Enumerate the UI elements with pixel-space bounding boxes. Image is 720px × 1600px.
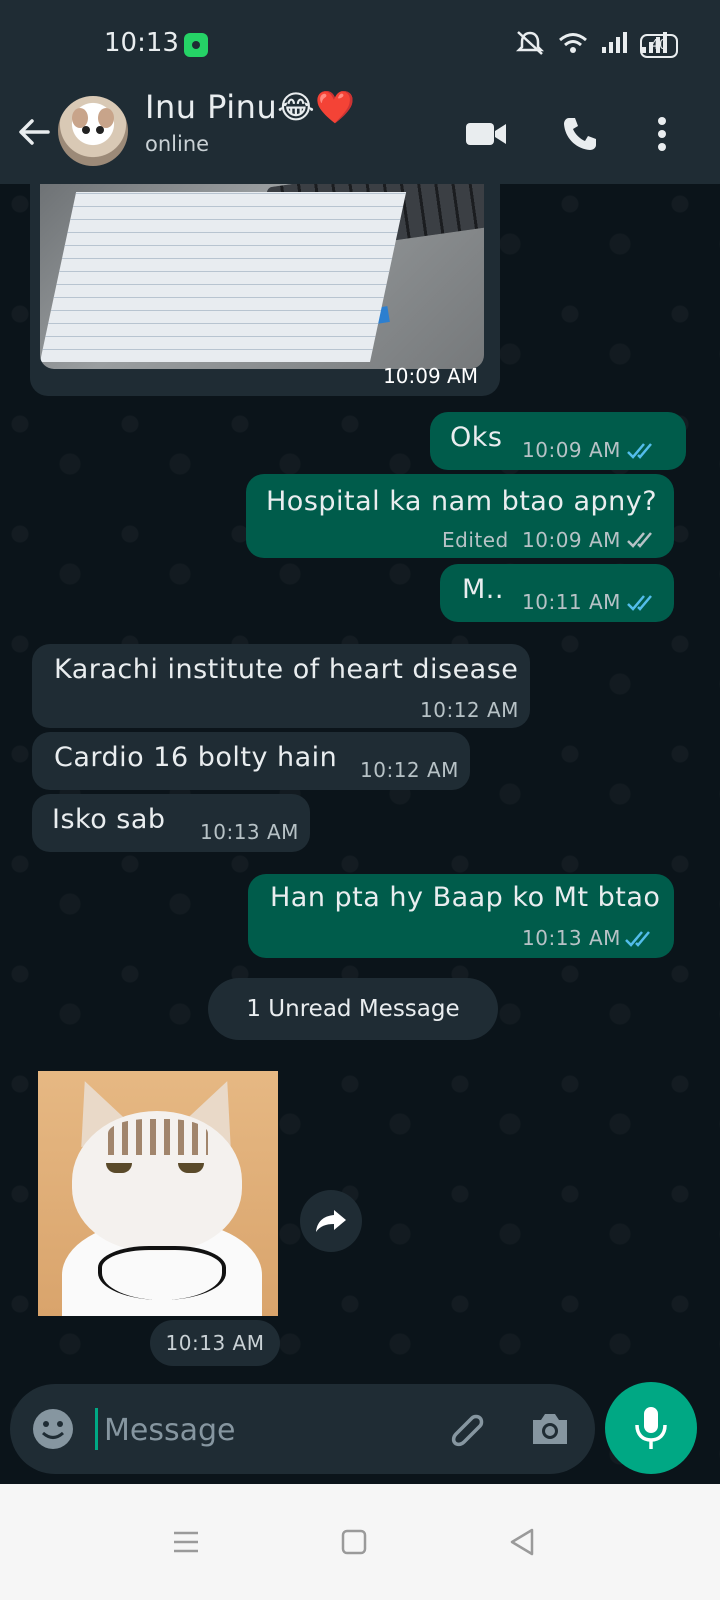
sticker-message[interactable]	[38, 1071, 278, 1316]
video-call-button[interactable]	[462, 110, 510, 158]
read-ticks-icon	[625, 931, 650, 947]
outgoing-message[interactable]: Hospital ka nam btao apny? Edited 10:09 …	[246, 474, 674, 558]
app-notification-icon	[184, 33, 208, 57]
text-cursor	[95, 1408, 98, 1450]
more-options-icon	[658, 117, 666, 151]
camera-icon	[533, 1414, 567, 1444]
incoming-message[interactable]: Isko sab 10:13 AM	[32, 794, 310, 852]
mic-icon	[635, 1407, 667, 1449]
message-time: 10:13 AM	[522, 926, 621, 950]
system-navigation-bar	[0, 1484, 720, 1600]
read-ticks-icon	[627, 595, 652, 611]
voice-call-button[interactable]	[556, 110, 604, 158]
message-time: 10:13 AM	[200, 820, 299, 844]
message-time: 10:09 AM	[522, 528, 621, 552]
more-options-button[interactable]	[638, 110, 686, 158]
message-input[interactable]	[102, 1404, 436, 1456]
chat-area[interactable]: 10:09 AM Oks 10:09 AM Hospital ka nam bt…	[0, 184, 720, 1484]
incoming-message[interactable]: Karachi institute of heart disease 10:12…	[32, 644, 530, 728]
contact-info[interactable]: Inu Pinu😂❤️ online	[0, 88, 460, 184]
home-nav-button[interactable]	[334, 1522, 374, 1562]
back-nav-button[interactable]	[502, 1522, 542, 1562]
read-ticks-icon	[627, 443, 652, 459]
message-text: Hospital ka nam btao apny?	[266, 486, 658, 517]
message-time: 10:12 AM	[360, 758, 459, 782]
emoji-icon	[33, 1409, 73, 1449]
camera-button[interactable]	[525, 1404, 575, 1454]
message-composer	[10, 1384, 595, 1474]
unread-messages-divider: 1 Unread Message	[208, 978, 498, 1040]
message-text: M..	[462, 574, 504, 605]
phone-icon	[564, 118, 596, 150]
outgoing-message[interactable]: M.. 10:11 AM	[440, 564, 674, 622]
status-bar: 10:13 40	[0, 0, 720, 88]
message-text: Han pta hy Baap ko Mt btao	[270, 882, 661, 913]
image-message[interactable]: 10:09 AM	[30, 184, 500, 396]
menu-nav-button[interactable]	[166, 1522, 206, 1562]
mute-icon	[515, 31, 545, 55]
message-time: 10:13 AM	[150, 1320, 280, 1366]
home-square-icon	[341, 1529, 367, 1555]
message-time: 10:09 AM	[383, 364, 478, 388]
message-text: Isko sab	[52, 804, 166, 835]
message-text: Karachi institute of heart disease	[54, 654, 519, 685]
wifi-icon	[559, 33, 587, 53]
voice-message-button[interactable]	[605, 1382, 697, 1474]
back-triangle-icon	[510, 1528, 534, 1556]
message-text: Cardio 16 bolty hain	[54, 742, 338, 773]
incoming-message[interactable]: Cardio 16 bolty hain 10:12 AM	[32, 732, 470, 790]
status-time: 10:13	[104, 28, 179, 58]
edited-label: Edited	[442, 528, 509, 552]
message-time: 10:11 AM	[522, 590, 621, 614]
forward-button[interactable]	[300, 1190, 362, 1252]
delivered-ticks-icon	[627, 532, 652, 548]
video-call-icon	[466, 123, 506, 145]
outgoing-message[interactable]: Oks 10:09 AM	[430, 412, 686, 470]
menu-icon	[174, 1531, 198, 1553]
message-text: Oks	[450, 422, 503, 453]
emoji-button[interactable]	[28, 1404, 78, 1454]
contact-name: Inu Pinu😂❤️	[145, 88, 356, 126]
chat-header: Inu Pinu😂❤️ online	[0, 88, 720, 184]
contact-status: online	[145, 132, 210, 156]
forward-icon	[316, 1210, 346, 1232]
attach-button[interactable]	[440, 1404, 490, 1454]
notebook-photo[interactable]	[40, 184, 484, 369]
message-time: 10:09 AM	[522, 438, 621, 462]
battery-indicator: 40	[640, 34, 678, 58]
outgoing-message[interactable]: Han pta hy Baap ko Mt btao 10:13 AM	[248, 874, 674, 958]
signal-1-icon	[602, 32, 627, 53]
message-time: 10:12 AM	[420, 698, 519, 722]
attach-icon	[451, 1414, 484, 1447]
